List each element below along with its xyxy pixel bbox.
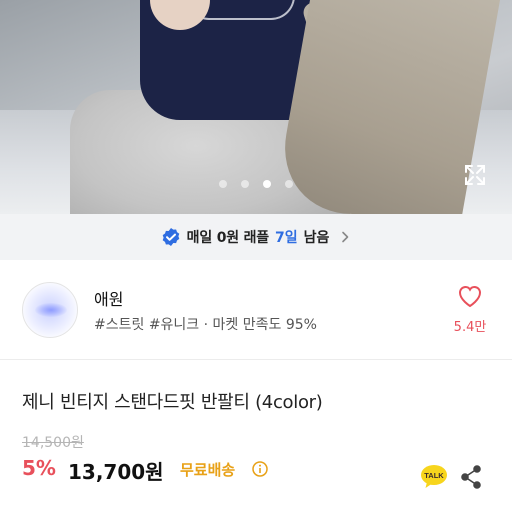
talk-label: TALK: [424, 471, 444, 480]
product-title: 제니 빈티지 스탠다드핏 반팔티 (4color): [22, 392, 323, 413]
carousel-dot-active[interactable]: [263, 180, 271, 188]
verified-check-icon: [162, 228, 179, 246]
carousel-dot[interactable]: [219, 180, 227, 188]
product-image[interactable]: [0, 0, 512, 214]
kakao-talk-icon[interactable]: TALK: [420, 464, 448, 490]
carousel-dot[interactable]: [285, 180, 293, 188]
shop-info[interactable]: 애원 #스트릿 #유니크 · 마켓 만족도 95% 5.4만: [0, 260, 512, 360]
chevron-right-icon: [342, 231, 349, 243]
discount-rate: 5%: [22, 456, 56, 480]
carousel-dots[interactable]: [0, 180, 512, 188]
raffle-days: 7일: [274, 230, 298, 246]
avatar-logo: [35, 303, 67, 317]
free-shipping-label: 무료배송: [180, 461, 236, 479]
carousel-dot[interactable]: [241, 180, 249, 188]
shop-tags: #스트릿 #유니크 · 마켓 만족도 95%: [94, 317, 317, 333]
shop-avatar[interactable]: [22, 282, 78, 338]
share-icon[interactable]: [460, 465, 482, 489]
raffle-remain: 남음: [303, 230, 330, 246]
like-button[interactable]: 5.4만: [452, 284, 488, 335]
raffle-banner[interactable]: 매일 0원 래플 7일 남음: [0, 214, 512, 260]
shop-name[interactable]: 애원: [94, 286, 123, 310]
raffle-text: 매일 0원 래플: [186, 230, 269, 246]
like-count: 5.4만: [453, 320, 487, 335]
expand-icon[interactable]: [463, 163, 487, 187]
original-price: 14,500원: [22, 435, 84, 451]
heart-icon: [458, 285, 482, 308]
info-icon[interactable]: [252, 461, 268, 477]
sale-price: 13,700원: [68, 460, 164, 484]
